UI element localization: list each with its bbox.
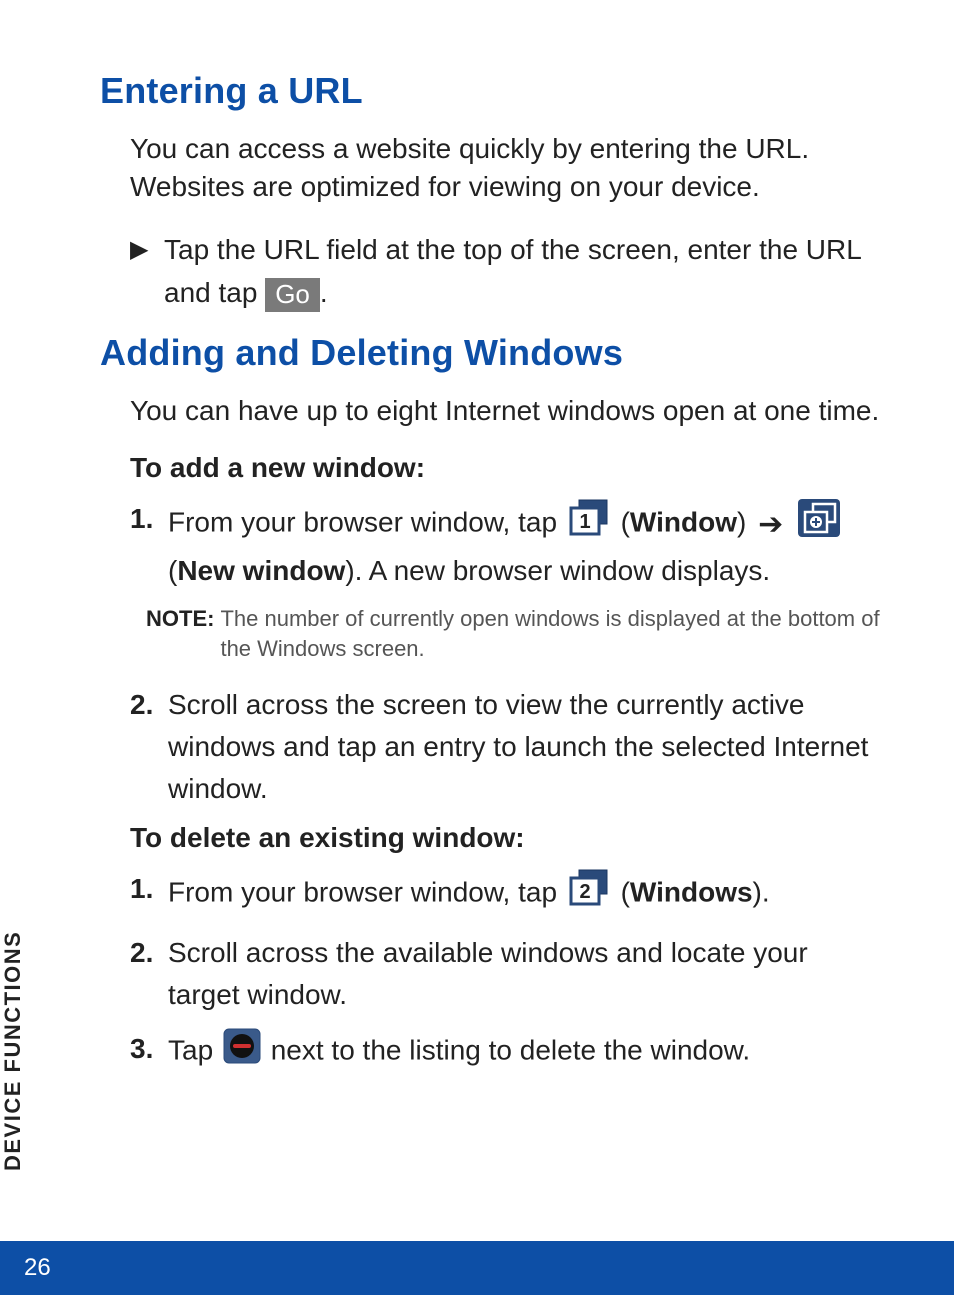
window-label: Window [630, 507, 737, 538]
step-text: ( [621, 507, 630, 538]
bullet-step-url: ▶ Tap the URL field at the top of the sc… [130, 228, 884, 315]
note-row: NOTE: The number of currently open windo… [146, 604, 884, 663]
step-content: From your browser window, tap 1 (Window)… [168, 498, 884, 592]
list-item: 3. Tap next to the listing to delete the… [130, 1028, 884, 1076]
side-section-label: DEVICE FUNCTIONS [0, 931, 26, 1171]
sub-heading-delete: To delete an existing window: [130, 822, 884, 854]
step-text: ( [621, 876, 630, 907]
page-number: 26 [24, 1254, 51, 1282]
delete-window-icon [223, 1028, 261, 1076]
section-heading-windows: Adding and Deleting Windows [100, 332, 884, 374]
sub-heading-add: To add a new window: [130, 452, 884, 484]
list-item: 2. Scroll across the screen to view the … [130, 684, 884, 810]
page-content: Entering a URL You can access a website … [0, 0, 954, 1241]
list-item: 1. From your browser window, tap 2 (Wind… [130, 868, 884, 920]
step-text: From your browser window, tap [168, 507, 565, 538]
step-content: Scroll across the screen to view the cur… [168, 684, 884, 810]
step-text: ). A new browser window displays. [345, 555, 770, 586]
list-item: 2. Scroll across the available windows a… [130, 932, 884, 1016]
step-text: Tap [168, 1034, 221, 1065]
windows-label: Windows [630, 876, 753, 907]
step-content: Tap next to the listing to delete the wi… [168, 1028, 884, 1076]
svg-text:2: 2 [579, 881, 590, 903]
windows-2-icon: 2 [567, 868, 611, 920]
new-window-label: New window [177, 555, 345, 586]
new-window-icon [797, 498, 841, 550]
step-number: 1. [130, 868, 168, 920]
step-text: ) [737, 507, 754, 538]
step-text: ). [753, 876, 770, 907]
bullet-content: Tap the URL field at the top of the scre… [164, 228, 884, 315]
step-text: ( [168, 555, 177, 586]
step-number: 2. [130, 684, 168, 810]
step-content: From your browser window, tap 2 (Windows… [168, 868, 884, 920]
section-heading-entering-url: Entering a URL [100, 70, 884, 112]
step-content: Scroll across the available windows and … [168, 932, 884, 1016]
step-text: next to the listing to delete the window… [271, 1034, 750, 1065]
step-text: From your browser window, tap [168, 876, 565, 907]
windows-1-icon: 1 [567, 498, 611, 550]
arrow-right-icon: ➔ [758, 502, 783, 547]
go-button-icon: Go [265, 278, 320, 312]
step-number: 3. [130, 1028, 168, 1076]
svg-text:1: 1 [579, 511, 590, 533]
note-text: The number of currently open windows is … [220, 604, 884, 663]
intro-text-windows: You can have up to eight Internet window… [130, 392, 884, 430]
step-number: 2. [130, 932, 168, 1016]
page-footer: 26 [0, 1241, 954, 1295]
intro-text-url: You can access a website quickly by ente… [130, 130, 884, 206]
step-number: 1. [130, 498, 168, 592]
bullet-text-after: . [320, 277, 328, 308]
note-label: NOTE: [146, 604, 214, 663]
triangle-bullet-icon: ▶ [130, 228, 164, 315]
list-item: 1. From your browser window, tap 1 (Wind… [130, 498, 884, 592]
